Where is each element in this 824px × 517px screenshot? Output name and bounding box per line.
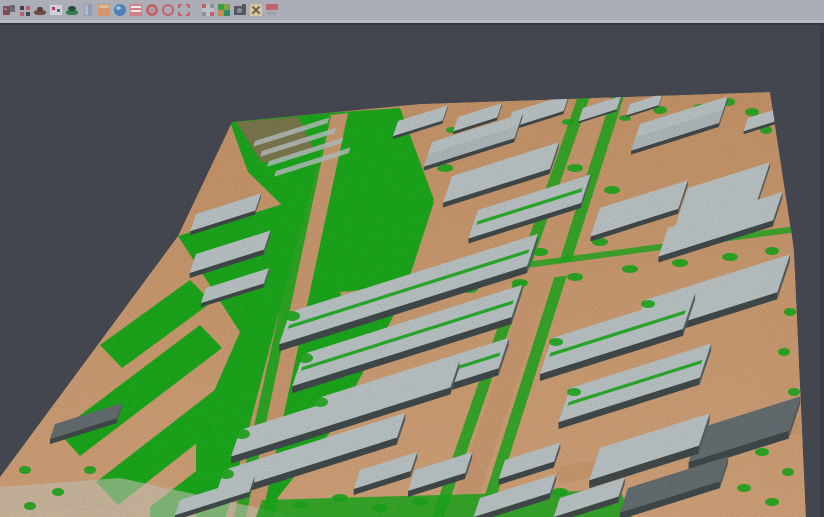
target-ring-icon-shape [164,6,172,14]
point-picking-icon-shape [52,7,55,10]
classification-map-icon[interactable] [217,3,231,17]
target-filled-icon[interactable] [145,3,159,17]
application-window [0,0,824,517]
snapshot-icon-shape [237,8,242,13]
terrain-green-icon-shape [68,6,76,11]
selection-brackets-icon-shape [182,3,186,17]
ortho-image-icon[interactable] [97,3,111,17]
open-project-icon-shape [20,12,24,16]
snapshot-icon[interactable] [233,3,247,17]
open-project-icon-shape [26,12,30,16]
classification-map-icon-shape [224,10,230,16]
layers-red-icon-shape [131,6,141,8]
toolbar-separator-dark [0,23,824,25]
side-panel-icon-shape [85,5,88,15]
import-cloud-icon-shape [4,8,7,10]
viewport-3d[interactable] [0,0,824,517]
open-project-icon[interactable] [18,3,32,17]
terrain-brown-icon[interactable] [33,3,47,17]
open-project-icon-shape [20,6,24,10]
target-ring-icon[interactable] [161,3,175,17]
terrain-brown-icon-shape [37,7,43,11]
remove-row-icon[interactable] [265,3,279,17]
ortho-image-icon-shape [99,5,109,8]
import-cloud-icon[interactable] [2,3,16,17]
clip-box-icon-shape [202,4,206,8]
layers-red-icon-shape [131,10,141,12]
terrain-green-icon[interactable] [65,3,79,17]
toolbar [0,0,824,20]
clip-box-icon-shape [202,12,206,16]
window-right-edge [820,25,824,517]
clip-box-icon-shape [210,4,214,8]
remove-row-icon-shape [267,12,276,15]
globe-icon[interactable] [113,3,127,17]
side-panel-icon[interactable] [81,3,95,17]
open-project-icon-shape [26,6,30,10]
delete-cross-icon[interactable] [249,3,263,17]
remove-row-icon-shape [266,4,278,10]
clip-box-icon-shape [210,12,214,16]
target-filled-icon-shape [151,9,153,11]
globe-icon-shape [116,6,121,10]
snapshot-icon-shape [242,4,246,7]
selection-brackets-icon[interactable] [177,3,191,17]
import-cloud-icon-shape [10,5,15,12]
clip-box-icon[interactable] [201,3,215,17]
layers-red-icon[interactable] [129,3,143,17]
point-picking-icon-shape [57,9,60,12]
point-picking-icon[interactable] [49,3,63,17]
